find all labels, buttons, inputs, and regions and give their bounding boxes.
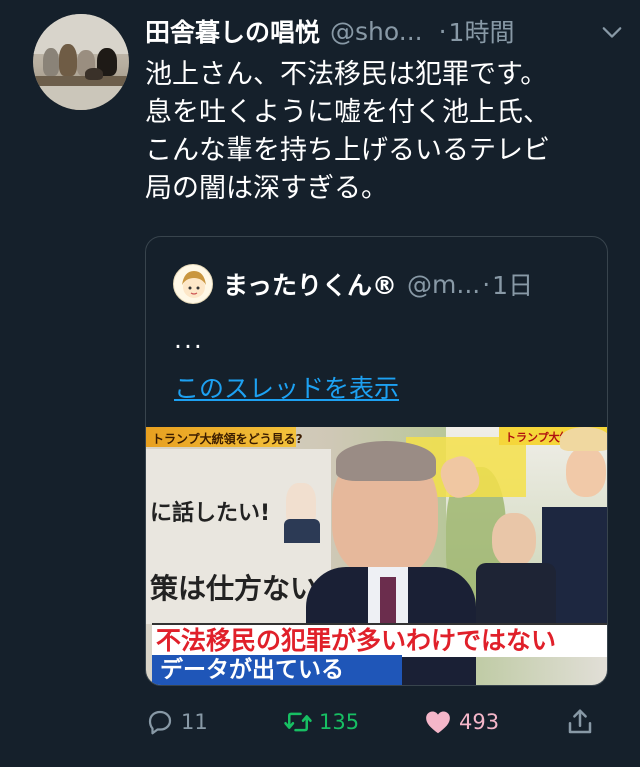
quoted-media-image[interactable]: トランプ大統領をどう見る? トランプ大統領!? に話したい! 策は仕方ない 不法… <box>146 427 607 685</box>
share-button[interactable] <box>565 704 595 740</box>
separator-dot: · <box>438 16 447 46</box>
author-avatar[interactable] <box>33 14 129 110</box>
tweet-actions: 11 135 493 <box>145 700 625 744</box>
quoted-author-handle[interactable]: @m... <box>407 270 480 299</box>
retweet-icon <box>284 712 312 732</box>
reply-button[interactable]: 11 <box>145 704 208 740</box>
quoted-tweet-card[interactable]: まったりくん® @m... · 1日 ... このスレッドを表示 トランプ大統領… <box>145 236 608 686</box>
tweet-text: 池上さん、不法移民は犯罪です。 息を吐くように嘘を付く池上氏、 こんな輩を持ち上… <box>145 56 625 208</box>
retweet-count: 135 <box>319 710 360 734</box>
author-name[interactable]: 田舎暮しの唱悦 <box>145 13 320 49</box>
author-handle[interactable]: @sho... <box>330 17 423 46</box>
tweet-text-line: こんな輩を持ち上げるいるテレビ <box>145 135 550 166</box>
tweet-text-line: 息を吐くように嘘を付く池上氏、 <box>145 97 550 128</box>
like-button[interactable]: 493 <box>423 704 499 740</box>
reply-count: 11 <box>181 710 208 734</box>
share-icon <box>568 709 592 734</box>
tweet[interactable]: 田舎暮しの唱悦 @sho... · 1時間 池上さん、不法移民は犯罪です。 息を… <box>0 0 640 767</box>
quoted-author-avatar[interactable] <box>173 264 213 304</box>
quoted-text-ellipsis: ... <box>174 325 204 354</box>
tv-banner-left: トランプ大統領をどう見る? <box>146 427 303 447</box>
tweet-timestamp[interactable]: 1時間 <box>449 13 515 49</box>
reply-icon <box>148 710 172 735</box>
quoted-author-name[interactable]: まったりくん® <box>223 266 397 302</box>
chevron-down-icon[interactable] <box>601 21 623 43</box>
show-thread-link[interactable]: このスレッドを表示 <box>174 369 399 405</box>
like-count: 493 <box>459 710 500 734</box>
board-text: に話したい! <box>150 501 271 526</box>
caption-line-1: 不法移民の犯罪が多いわけではない <box>152 623 607 657</box>
tweet-header: 田舎暮しの唱悦 @sho... · 1時間 <box>145 14 625 48</box>
tweet-text-line: 局の闇は深すぎる。 <box>145 173 388 204</box>
heart-icon <box>426 711 450 734</box>
quoted-tweet-header: まったりくん® @m... · 1日 <box>223 267 603 301</box>
retweet-button[interactable]: 135 <box>283 704 359 740</box>
caption-line-2: データが出ている <box>152 655 402 685</box>
tweet-text-line: 池上さん、不法移民は犯罪です。 <box>145 59 548 90</box>
board-text: 策は仕方ない <box>150 572 319 605</box>
separator-dot: · <box>482 269 491 299</box>
quoted-tweet-timestamp[interactable]: 1日 <box>492 266 533 302</box>
